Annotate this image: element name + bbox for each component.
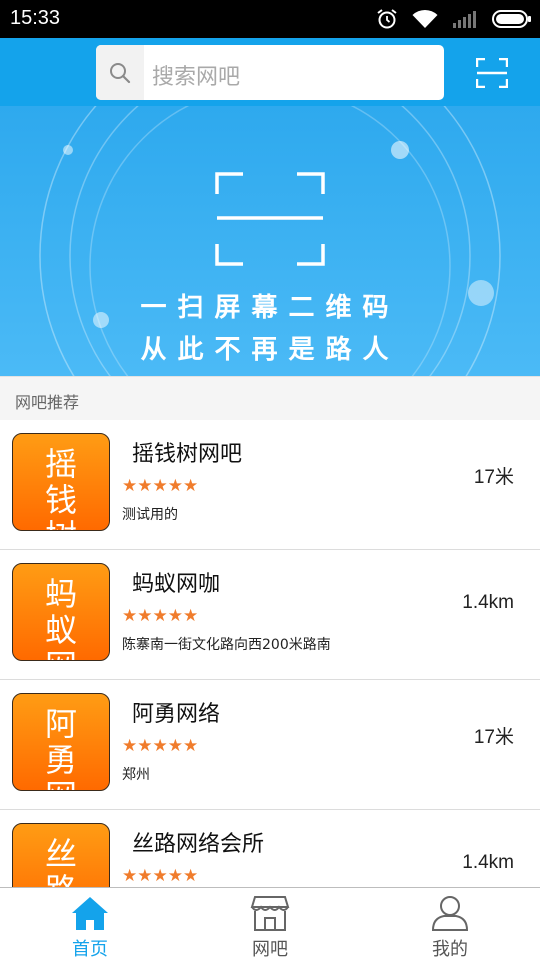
- scan-icon: [476, 58, 508, 88]
- cafe-thumbnail: 丝路网: [12, 823, 110, 887]
- user-icon: [431, 896, 469, 931]
- cafe-thumbnail-text: 阿勇网: [44, 705, 77, 790]
- status-bar: 15:33: [0, 0, 540, 38]
- section-title: 网吧推荐: [15, 393, 80, 412]
- cafe-distance: 1.4km: [462, 592, 514, 613]
- cafe-thumbnail-text: 蚂蚁网: [44, 575, 77, 660]
- cafe-thumbnail-text: 摇钱树: [44, 445, 77, 530]
- bottom-nav: 首页 网吧 我的: [0, 887, 540, 960]
- cafe-distance: 17米: [473, 727, 514, 748]
- status-time: 15:33: [10, 7, 61, 29]
- cafe-name: 摇钱树网吧: [132, 442, 243, 467]
- nav-home[interactable]: 首页: [30, 888, 150, 960]
- store-icon: [250, 896, 290, 931]
- cafe-thumbnail: 摇钱树: [12, 433, 110, 531]
- nav-mine[interactable]: 我的: [390, 888, 510, 960]
- search-icon-box: [96, 45, 144, 100]
- nav-mine-label: 我的: [432, 939, 468, 960]
- home-icon: [72, 897, 108, 930]
- cafe-rating-stars: ★★★★★: [122, 736, 199, 756]
- cafe-name: 蚂蚁网咖: [132, 572, 221, 597]
- nav-home-label: 首页: [72, 939, 108, 960]
- cafe-thumbnail-text: 丝路网: [44, 835, 77, 887]
- cafe-list[interactable]: 摇钱树 摇钱树网吧 ★★★★★ 测试用的 17米 蚂蚁网 蚂蚁网咖 ★★★★★ …: [0, 420, 540, 887]
- cafe-thumbnail: 阿勇网: [12, 693, 110, 791]
- qr-scan-frame-icon: [215, 172, 325, 266]
- cafe-list-item[interactable]: 蚂蚁网 蚂蚁网咖 ★★★★★ 陈寨南一街文化路向西200米路南 1.4km: [0, 550, 540, 680]
- cafe-distance: 1.4km: [462, 852, 514, 873]
- cafe-list-item[interactable]: 阿勇网 阿勇网络 ★★★★★ 郑州 17米: [0, 680, 540, 810]
- cafe-address: 陈寨南一街文化路向西200米路南: [122, 637, 331, 653]
- cafe-address: 测试用的: [122, 507, 178, 523]
- cafe-rating-stars: ★★★★★: [122, 866, 199, 886]
- section-header: 网吧推荐: [0, 376, 540, 420]
- scan-promo-banner[interactable]: 一扫屏幕二维码 从此不再是路人: [0, 106, 540, 376]
- battery-icon: [492, 10, 531, 28]
- cafe-rating-stars: ★★★★★: [122, 476, 199, 496]
- cafe-address: 郑州: [122, 767, 150, 783]
- nav-cafes[interactable]: 网吧: [210, 888, 330, 960]
- nav-cafes-label: 网吧: [252, 939, 288, 960]
- cafe-thumbnail: 蚂蚁网: [12, 563, 110, 661]
- search-icon: [110, 62, 131, 83]
- alarm-icon: [377, 9, 397, 29]
- banner-slogan-line2: 从此不再是路人: [140, 335, 400, 365]
- cafe-list-item[interactable]: 摇钱树 摇钱树网吧 ★★★★★ 测试用的 17米: [0, 420, 540, 550]
- scan-button[interactable]: [472, 54, 512, 92]
- search-placeholder: 搜索网吧: [152, 65, 241, 90]
- signal-icon: [453, 11, 476, 28]
- cafe-list-item[interactable]: 丝路网 丝路网络会所 ★★★★★ 1.4km: [0, 810, 540, 887]
- cafe-name: 丝路网络会所: [132, 832, 265, 857]
- status-icons: [376, 8, 532, 30]
- banner-slogan-line1: 一扫屏幕二维码: [140, 293, 400, 323]
- wifi-icon: [412, 9, 438, 28]
- search-input[interactable]: 搜索网吧: [96, 45, 444, 100]
- cafe-name: 阿勇网络: [132, 702, 221, 727]
- cafe-distance: 17米: [473, 467, 514, 488]
- top-bar: 搜索网吧: [0, 38, 540, 106]
- cafe-rating-stars: ★★★★★: [122, 606, 199, 626]
